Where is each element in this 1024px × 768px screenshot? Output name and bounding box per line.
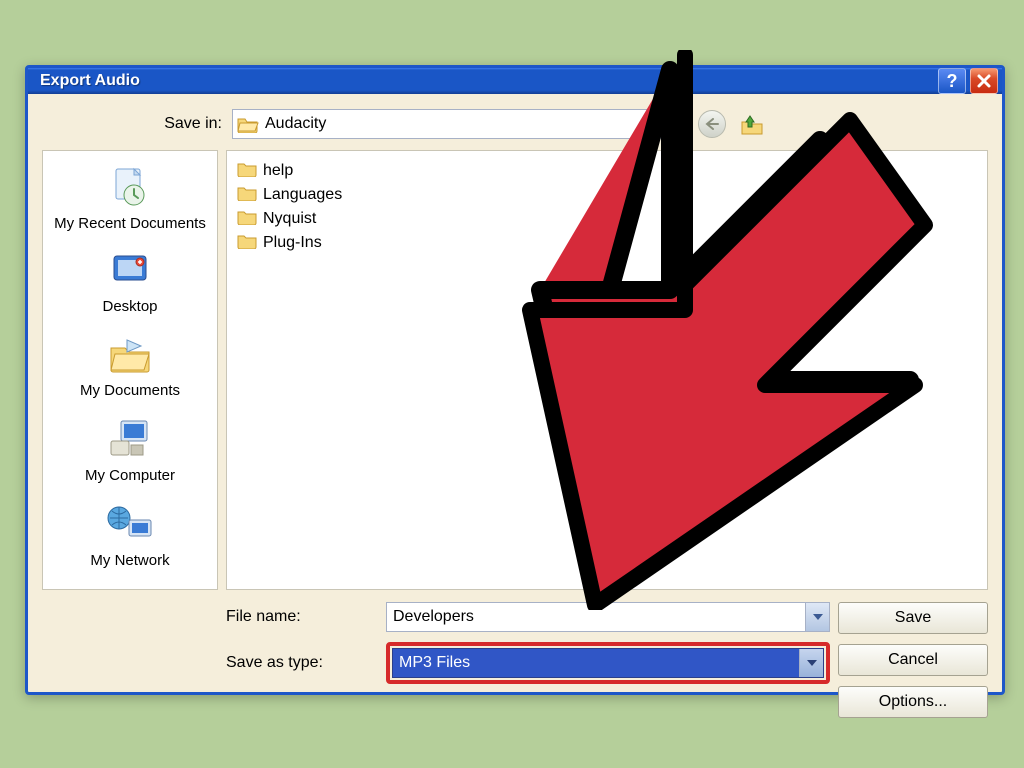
file-name: help [263,162,293,180]
places-label: My Computer [43,467,217,484]
folder-open-icon [237,115,259,133]
filename-value: Developers [393,608,805,626]
places-recent-documents[interactable]: My Recent Documents [43,159,217,244]
places-desktop[interactable]: Desktop [43,244,217,327]
savetype-row: Save as type: MP3 Files [226,642,830,684]
chevron-down-icon[interactable] [805,603,829,631]
list-item[interactable]: Languages [237,183,977,207]
save-in-label: Save in: [42,115,222,133]
places-label: Desktop [43,298,217,315]
savetype-label: Save as type: [226,654,366,672]
my-documents-icon [105,334,155,376]
chevron-down-icon[interactable] [649,110,673,138]
my-computer-icon [105,417,155,461]
file-list[interactable]: help Languages Nyquist Plug-Ins [226,150,988,590]
places-label: My Documents [43,382,217,399]
dialog-content: Save in: Audacity [28,94,1002,728]
titlebar[interactable]: Export Audio ? [28,68,1002,94]
desktop-icon [106,250,154,292]
list-item[interactable]: Nyquist [237,207,977,231]
export-audio-dialog: Export Audio ? Save in: Audacity [25,65,1005,695]
savetype-combo[interactable]: MP3 Files [392,648,824,678]
save-in-row: Save in: Audacity [42,104,988,144]
places-label: My Network [43,552,217,569]
list-item[interactable]: help [237,159,977,183]
places-bar: My Recent Documents Desktop [42,150,218,590]
folder-icon [237,161,257,182]
places-label: My Recent Documents [43,215,217,232]
chevron-down-icon[interactable] [799,649,823,677]
save-in-combo[interactable]: Audacity [232,109,674,139]
file-name: Plug-Ins [263,234,322,252]
save-button[interactable]: Save [838,602,988,634]
filename-input[interactable]: Developers [386,602,830,632]
folder-icon [237,209,257,230]
places-my-documents[interactable]: My Documents [43,328,217,411]
folder-icon [237,233,257,254]
places-my-network[interactable]: My Network [43,496,217,581]
file-name: Languages [263,186,342,204]
help-button[interactable]: ? [938,68,966,94]
file-name: Nyquist [263,210,316,228]
list-item[interactable]: Plug-Ins [237,231,977,255]
my-network-icon [105,502,155,546]
folder-icon [237,185,257,206]
close-button[interactable] [970,68,998,94]
filename-row: File name: Developers [226,602,830,632]
places-my-computer[interactable]: My Computer [43,411,217,496]
options-button[interactable]: Options... [838,686,988,718]
filename-label: File name: [226,608,366,626]
annotation-highlight: MP3 Files [386,642,830,684]
recent-documents-icon [106,165,154,209]
up-one-level-button[interactable] [738,110,766,138]
save-in-value: Audacity [265,115,649,133]
back-button[interactable] [698,110,726,138]
cancel-button[interactable]: Cancel [838,644,988,676]
titlebar-title: Export Audio [40,72,934,90]
savetype-value: MP3 Files [399,654,799,672]
